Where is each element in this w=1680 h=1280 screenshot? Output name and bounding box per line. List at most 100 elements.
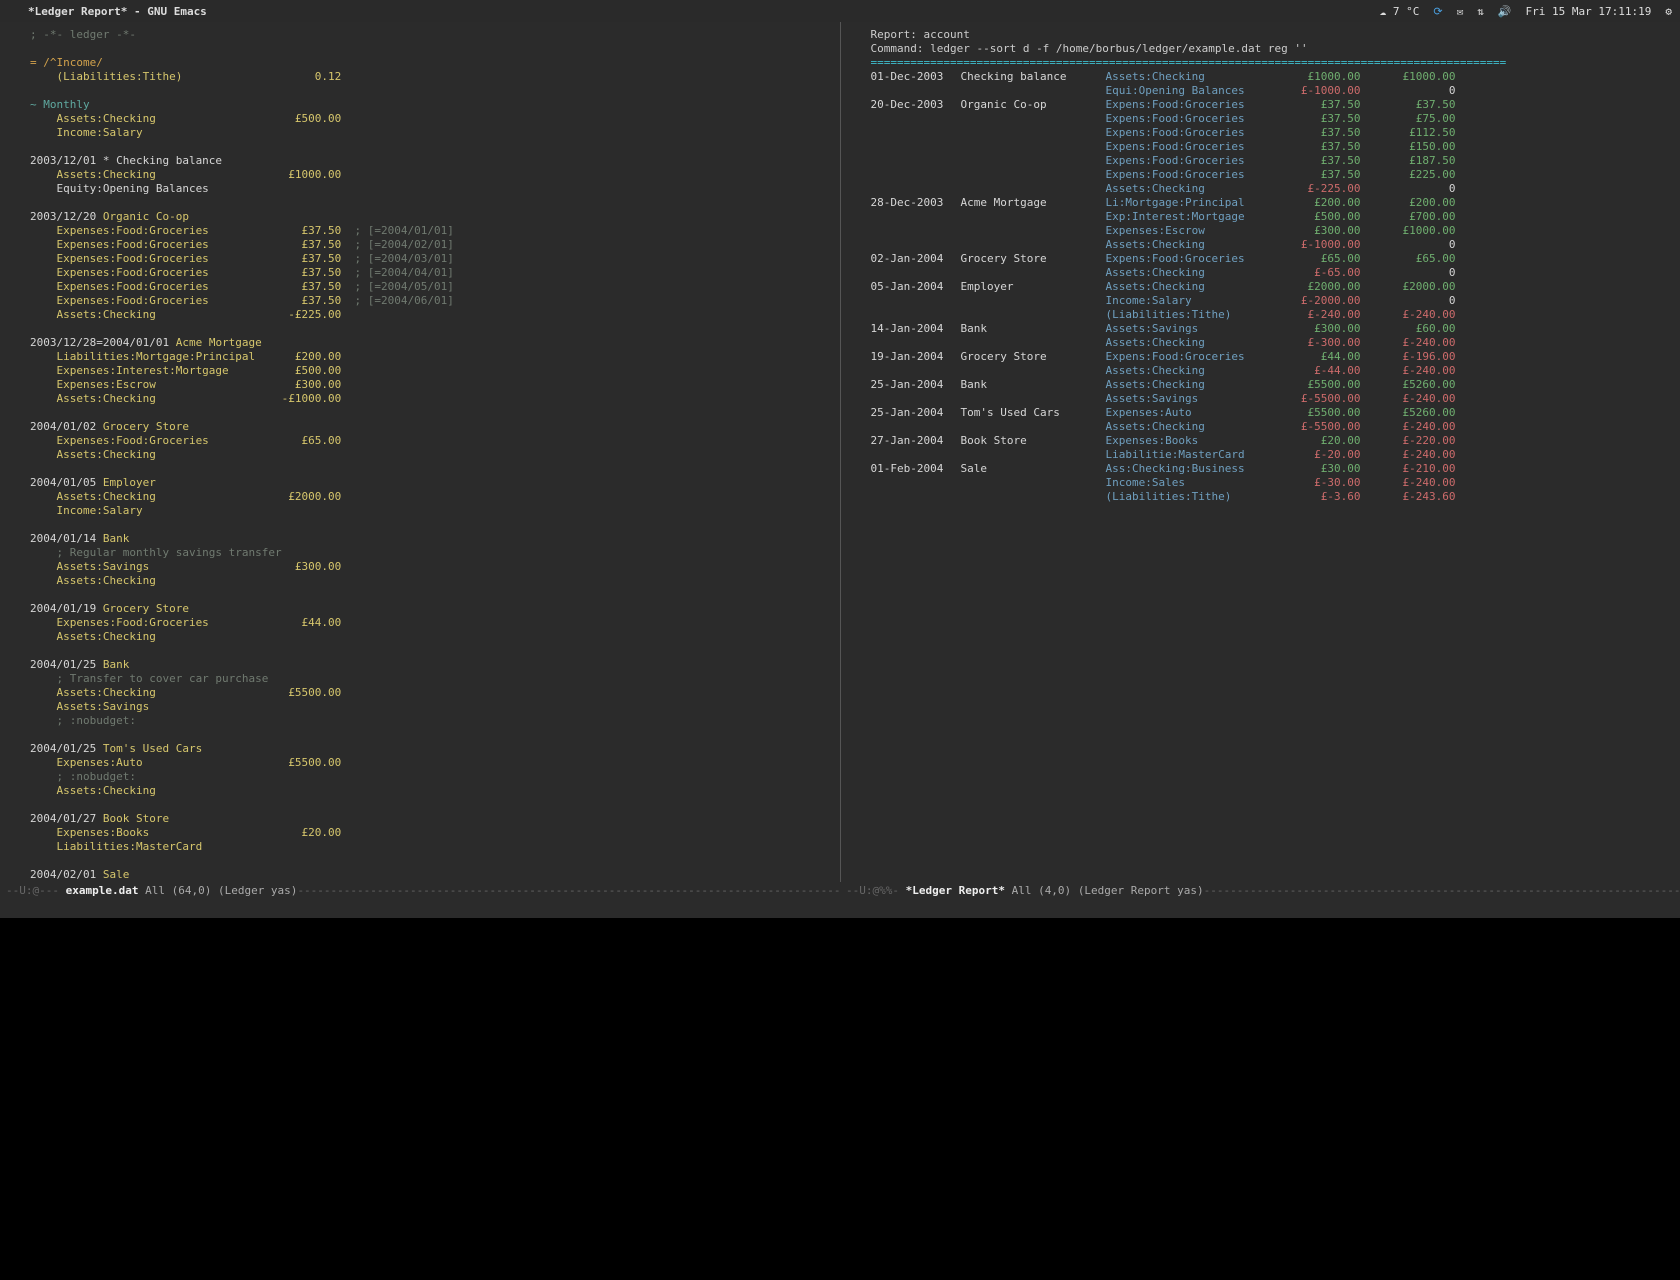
- source-line: 2003/12/28=2004/01/01 Acme Mortgage: [30, 336, 834, 350]
- report-row: Liabilitie:MasterCard£-20.00£-240.00: [871, 448, 1675, 462]
- report-row: 25-Jan-2004BankAssets:Checking£5500.00£5…: [871, 378, 1675, 392]
- source-line: Assets:Checking £500.00: [30, 112, 834, 126]
- source-line: Assets:Checking -£225.00: [30, 308, 834, 322]
- source-line: ; Regular monthly savings transfer: [30, 546, 834, 560]
- report-divider: ========================================…: [871, 56, 1675, 70]
- source-line: Assets:Checking: [30, 784, 834, 798]
- source-line: Assets:Checking: [30, 448, 834, 462]
- report-row: Expens:Food:Groceries£37.50£112.50: [871, 126, 1675, 140]
- source-line: ; Transfer to cover car purchase: [30, 672, 834, 686]
- source-line: Liabilities:Mortgage:Principal £200.00: [30, 350, 834, 364]
- volume-icon[interactable]: 🔊: [1498, 5, 1512, 18]
- report-row: 19-Jan-2004Grocery StoreExpens:Food:Groc…: [871, 350, 1675, 364]
- report-row: 14-Jan-2004BankAssets:Savings£300.00£60.…: [871, 322, 1675, 336]
- source-line: ; -*- ledger -*-: [30, 28, 834, 42]
- source-line: 2003/12/20 Organic Co-op: [30, 210, 834, 224]
- report-header: Report: account: [871, 28, 1675, 42]
- source-line: Expenses:Food:Groceries £37.50 ; [=2004/…: [30, 266, 834, 280]
- source-line: 2004/01/02 Grocery Store: [30, 420, 834, 434]
- report-row: Assets:Checking£-5500.00£-240.00: [871, 420, 1675, 434]
- source-line: 2004/01/25 Tom's Used Cars: [30, 742, 834, 756]
- network-icon[interactable]: ⇅: [1477, 5, 1484, 18]
- refresh-icon[interactable]: ⟳: [1433, 5, 1442, 18]
- source-line: Assets:Checking £2000.00: [30, 490, 834, 504]
- source-line: [30, 84, 834, 98]
- report-row: (Liabilities:Tithe)£-240.00£-240.00: [871, 308, 1675, 322]
- settings-icon[interactable]: ⚙: [1665, 5, 1672, 18]
- source-line: [30, 854, 834, 868]
- report-row: Income:Salary£-2000.000: [871, 294, 1675, 308]
- minibuffer[interactable]: [0, 900, 1680, 918]
- ledger-source-buffer[interactable]: ; -*- ledger -*- = /^Income/ (Liabilitie…: [0, 22, 841, 882]
- source-line: Liabilities:MasterCard: [30, 840, 834, 854]
- report-row: Exp:Interest:Mortgage£500.00£700.00: [871, 210, 1675, 224]
- modeline-prefix: --U:@%%-: [846, 884, 906, 897]
- source-line: Income:Salary: [30, 126, 834, 140]
- report-row: Assets:Checking£-44.00£-240.00: [871, 364, 1675, 378]
- report-row: (Liabilities:Tithe)£-3.60£-243.60: [871, 490, 1675, 504]
- source-line: [30, 406, 834, 420]
- source-line: 2004/01/05 Employer: [30, 476, 834, 490]
- report-row: 25-Jan-2004Tom's Used CarsExpenses:Auto£…: [871, 406, 1675, 420]
- source-line: 2003/12/01 * Checking balance: [30, 154, 834, 168]
- source-line: Assets:Checking -£1000.00: [30, 392, 834, 406]
- source-line: = /^Income/: [30, 56, 834, 70]
- source-line: Assets:Checking: [30, 630, 834, 644]
- modeline-prefix: --U:@---: [6, 884, 66, 897]
- modeline-mode: (Ledger yas): [218, 884, 297, 897]
- report-row: Assets:Savings£-5500.00£-240.00: [871, 392, 1675, 406]
- source-line: Expenses:Books £20.00: [30, 826, 834, 840]
- report-row: 20-Dec-2003Organic Co-opExpens:Food:Groc…: [871, 98, 1675, 112]
- report-row: 28-Dec-2003Acme MortgageLi:Mortgage:Prin…: [871, 196, 1675, 210]
- source-line: Assets:Checking £5500.00: [30, 686, 834, 700]
- source-line: [30, 518, 834, 532]
- report-row: 01-Dec-2003Checking balanceAssets:Checki…: [871, 70, 1675, 84]
- weather-indicator[interactable]: ☁ 7 °C: [1380, 5, 1420, 18]
- source-line: [30, 140, 834, 154]
- emacs-frame: ; -*- ledger -*- = /^Income/ (Liabilitie…: [0, 22, 1680, 882]
- window-title: *Ledger Report* - GNU Emacs: [8, 5, 207, 18]
- ledger-report-buffer[interactable]: Report: accountCommand: ledger --sort d …: [841, 22, 1680, 882]
- clock[interactable]: Fri 15 Mar 17:11:19: [1526, 5, 1652, 18]
- source-line: Expenses:Food:Groceries £37.50 ; [=2004/…: [30, 294, 834, 308]
- desktop-panel: *Ledger Report* - GNU Emacs ☁ 7 °C ⟳ ✉ ⇅…: [0, 0, 1680, 22]
- modeline-fill: ----------------------------------------…: [297, 884, 840, 897]
- report-row: Income:Sales£-30.00£-240.00: [871, 476, 1675, 490]
- source-line: [30, 728, 834, 742]
- source-line: Expenses:Food:Groceries £37.50 ; [=2004/…: [30, 280, 834, 294]
- source-line: ; :nobudget:: [30, 770, 834, 784]
- source-line: 2004/01/19 Grocery Store: [30, 602, 834, 616]
- source-line: [30, 196, 834, 210]
- source-line: Income:Salary: [30, 504, 834, 518]
- report-row: Expens:Food:Groceries£37.50£187.50: [871, 154, 1675, 168]
- source-line: Expenses:Food:Groceries £37.50 ; [=2004/…: [30, 238, 834, 252]
- report-row: 27-Jan-2004Book StoreExpenses:Books£20.0…: [871, 434, 1675, 448]
- source-line: Expenses:Food:Groceries £65.00: [30, 434, 834, 448]
- source-line: Assets:Checking £1000.00: [30, 168, 834, 182]
- report-row: Assets:Checking£-65.000: [871, 266, 1675, 280]
- modeline-position: All (64,0): [138, 884, 217, 897]
- report-row: Expens:Food:Groceries£37.50£225.00: [871, 168, 1675, 182]
- source-line: Assets:Savings: [30, 700, 834, 714]
- report-command: Command: ledger --sort d -f /home/borbus…: [871, 42, 1675, 56]
- source-line: Expenses:Interest:Mortgage £500.00: [30, 364, 834, 378]
- modeline-left: --U:@--- example.dat All (64,0) (Ledger …: [0, 882, 840, 900]
- source-line: 2004/01/27 Book Store: [30, 812, 834, 826]
- source-line: Expenses:Auto £5500.00: [30, 756, 834, 770]
- mail-icon[interactable]: ✉: [1457, 5, 1464, 18]
- source-line: ; :nobudget:: [30, 714, 834, 728]
- modeline-right: --U:@%%- *Ledger Report* All (4,0) (Ledg…: [840, 882, 1680, 900]
- source-line: [30, 462, 834, 476]
- modeline-buffer-name: example.dat: [66, 884, 139, 897]
- source-line: [30, 322, 834, 336]
- source-line: [30, 588, 834, 602]
- modeline-fill: ----------------------------------------…: [1204, 884, 1680, 897]
- report-row: Expens:Food:Groceries£37.50£75.00: [871, 112, 1675, 126]
- source-line: 2004/02/01 Sale: [30, 868, 834, 882]
- weather-text: 7 °C: [1393, 5, 1420, 18]
- report-row: Expenses:Escrow£300.00£1000.00: [871, 224, 1675, 238]
- source-line: Expenses:Food:Groceries £37.50 ; [=2004/…: [30, 252, 834, 266]
- report-row: Equi:Opening Balances£-1000.000: [871, 84, 1675, 98]
- report-row: 02-Jan-2004Grocery StoreExpens:Food:Groc…: [871, 252, 1675, 266]
- report-row: 05-Jan-2004EmployerAssets:Checking£2000.…: [871, 280, 1675, 294]
